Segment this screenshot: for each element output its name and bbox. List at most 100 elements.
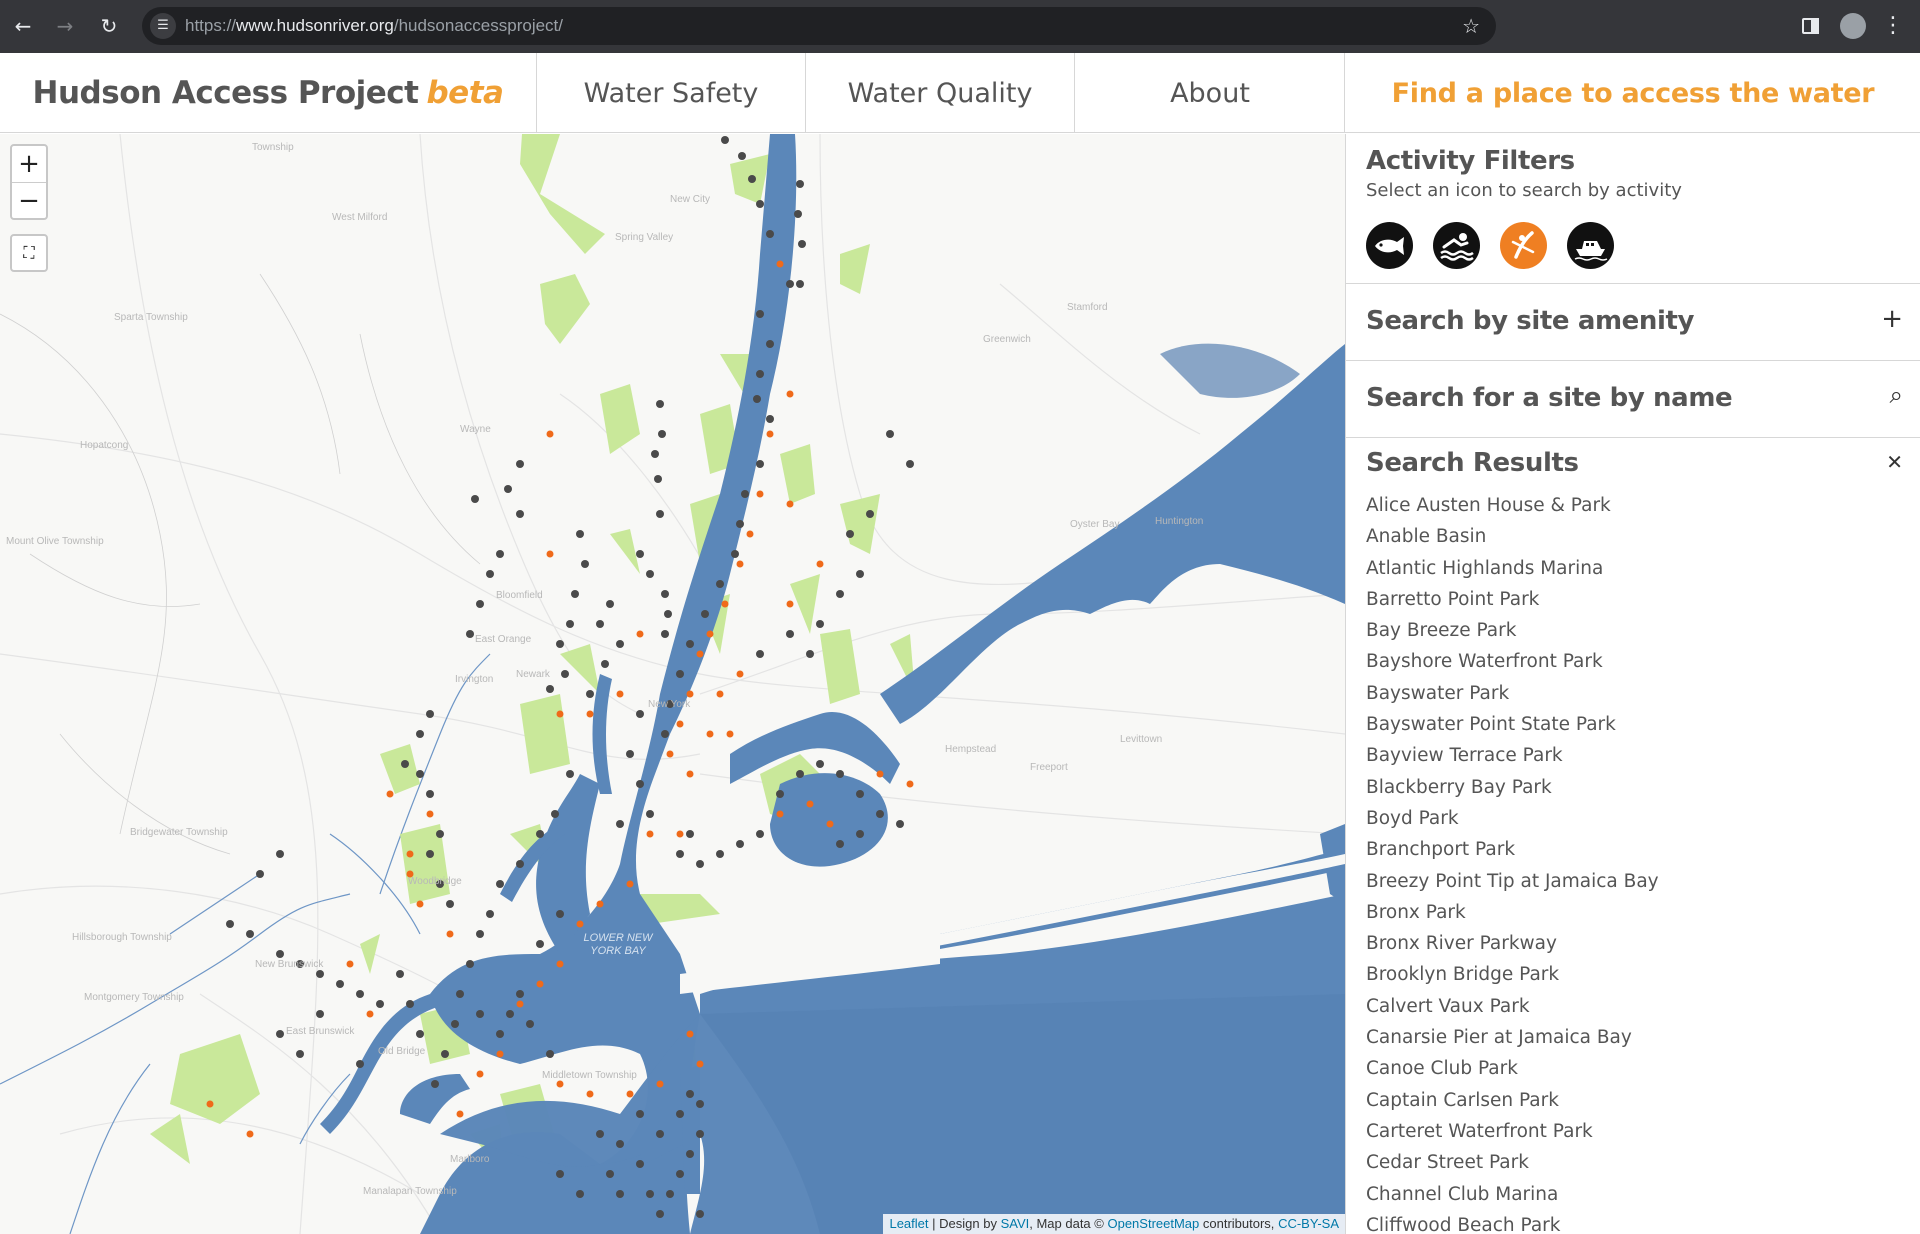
leaflet-link[interactable]: Leaflet	[889, 1216, 928, 1231]
browser-toolbar: ← → ↻ ☰ https://www.hudsonriver.org/huds…	[0, 0, 1920, 53]
result-item[interactable]: Carteret Waterfront Park	[1366, 1116, 1659, 1147]
result-item[interactable]: Alice Austen House & Park	[1366, 490, 1659, 521]
map-place-label: Marlboro	[450, 1154, 490, 1165]
map-place-label: Manalapan Township	[363, 1186, 457, 1197]
map-place-label: Bloomfield	[496, 590, 543, 601]
reload-icon[interactable]: ↻	[92, 9, 126, 43]
result-item[interactable]: Bay Breeze Park	[1366, 615, 1659, 646]
plus-icon[interactable]: +	[1881, 304, 1903, 334]
map-place-label: Woodbridge	[408, 876, 462, 887]
result-item[interactable]: Bayview Terrace Park	[1366, 740, 1659, 771]
url-text[interactable]: https://www.hudsonriver.org/hudsonaccess…	[185, 7, 563, 45]
map-place-label: Oyster Bay	[1070, 519, 1120, 530]
site-info-icon[interactable]: ☰	[150, 13, 176, 39]
activity-filters-subtitle: Select an icon to search by activity	[1366, 180, 1682, 201]
name-search-field[interactable]: Search for a site by name	[1366, 383, 1733, 413]
result-item[interactable]: Atlantic Highlands Marina	[1366, 553, 1659, 584]
map-place-label: Hopatcong	[80, 440, 129, 451]
map-place-label: New York	[648, 699, 691, 710]
map-basemap	[0, 134, 1345, 1234]
map-place-label: Freeport	[1030, 762, 1068, 773]
find-access-cta[interactable]: Find a place to access the water	[1346, 53, 1920, 133]
result-item[interactable]: Calvert Vaux Park	[1366, 991, 1659, 1022]
result-item[interactable]: Anable Basin	[1366, 521, 1659, 552]
close-icon[interactable]: ✕	[1886, 450, 1903, 474]
result-item[interactable]: Canarsie Pier at Jamaica Bay	[1366, 1022, 1659, 1053]
name-search-section[interactable]: Search for a site by name ⌕	[1346, 361, 1920, 438]
search-results-title: Search Results	[1366, 448, 1579, 478]
map-place-label: Spring Valley	[615, 232, 674, 243]
map-place-label: Levittown	[1120, 734, 1163, 745]
profile-avatar[interactable]	[1840, 13, 1866, 39]
result-item[interactable]: Cedar Street Park	[1366, 1147, 1659, 1178]
fishing-icon[interactable]	[1366, 222, 1413, 269]
zoom-out-button[interactable]: −	[12, 182, 46, 218]
nav-water-safety[interactable]: Water Safety	[537, 53, 806, 133]
map-place-label: Hillsborough Township	[72, 932, 172, 943]
nav-about[interactable]: About	[1076, 53, 1345, 133]
map-place-label: Stamford	[1067, 302, 1108, 313]
result-item[interactable]: Bayshore Waterfront Park	[1366, 646, 1659, 677]
kayak-icon[interactable]	[1500, 222, 1547, 269]
boat-icon[interactable]	[1567, 222, 1614, 269]
brand-beta-tag: beta	[426, 75, 504, 111]
search-results-list: Alice Austen House & Park Anable Basin A…	[1366, 490, 1659, 1234]
result-item[interactable]: Canoe Club Park	[1366, 1053, 1659, 1084]
map-place-label: Old Bridge	[378, 1046, 426, 1057]
result-item[interactable]: Bayswater Point State Park	[1366, 709, 1659, 740]
result-item[interactable]: Captain Carlsen Park	[1366, 1085, 1659, 1116]
map-place-label: Irvington	[455, 674, 494, 685]
map-place-label: New City	[670, 194, 711, 205]
zoom-control: + −	[10, 144, 48, 220]
site-header: Hudson Access Project beta Water Safety …	[0, 53, 1920, 133]
result-item[interactable]: Branchport Park	[1366, 834, 1659, 865]
map-place-label: Newark	[516, 669, 550, 680]
map-place-label: Montgomery Township	[84, 992, 184, 1003]
search-results-section: Search Results ✕ Alice Austen House & Pa…	[1346, 438, 1920, 1234]
activity-filters-title: Activity Filters	[1366, 146, 1575, 176]
back-icon[interactable]: ←	[6, 9, 40, 43]
map-place-label: Sparta Township	[114, 312, 188, 323]
nav-water-quality[interactable]: Water Quality	[806, 53, 1075, 133]
map-place-label: Wayne	[460, 424, 491, 435]
browser-menu-icon[interactable]: ⋮	[1882, 9, 1904, 43]
bookmark-star-icon[interactable]: ☆	[1462, 7, 1480, 45]
map-place-label: East Orange	[475, 634, 532, 645]
result-item[interactable]: Boyd Park	[1366, 803, 1659, 834]
map-place-label: Mount Olive Township	[6, 536, 104, 547]
result-item[interactable]: Bronx River Parkway	[1366, 928, 1659, 959]
result-item[interactable]: Brooklyn Bridge Park	[1366, 959, 1659, 990]
side-panel-icon[interactable]	[1796, 11, 1826, 41]
site-logo[interactable]: Hudson Access Project beta	[0, 53, 537, 133]
license-link[interactable]: CC-BY-SA	[1278, 1216, 1339, 1231]
result-item[interactable]: Channel Club Marina	[1366, 1179, 1659, 1210]
map-place-label: Hempstead	[945, 744, 997, 755]
result-item[interactable]: Bayswater Park	[1366, 678, 1659, 709]
zoom-in-button[interactable]: +	[12, 146, 46, 182]
osm-link[interactable]: OpenStreetMap	[1107, 1216, 1199, 1231]
map-place-label: East Brunswick	[286, 1026, 355, 1037]
map-bay-label: LOWER NEW YORK BAY	[583, 932, 653, 957]
map-place-label: Huntington	[1155, 516, 1204, 527]
result-item[interactable]: Blackberry Bay Park	[1366, 772, 1659, 803]
result-item[interactable]: Barretto Point Park	[1366, 584, 1659, 615]
address-bar[interactable]: ☰ https://www.hudsonriver.org/hudsonacce…	[142, 7, 1496, 45]
fullscreen-icon[interactable]: ⛶	[10, 234, 48, 272]
map-place-label: New Brunswick	[255, 959, 324, 970]
amenity-search-section[interactable]: Search by site amenity +	[1346, 284, 1920, 361]
savi-link[interactable]: SAVI	[1001, 1216, 1030, 1231]
map-place-label: Middletown Township	[542, 1070, 637, 1081]
map-attribution: Leaflet | Design by SAVI, Map data © Ope…	[883, 1214, 1345, 1234]
map-view[interactable]: Township New City West Milford Spring Va…	[0, 134, 1345, 1234]
forward-icon[interactable]: →	[48, 9, 82, 43]
map-place-label: Bridgewater Township	[130, 827, 228, 838]
swimming-icon[interactable]	[1433, 222, 1480, 269]
result-item[interactable]: Cliffwood Beach Park	[1366, 1210, 1659, 1234]
activity-filters-section: Activity Filters Select an icon to searc…	[1346, 134, 1920, 284]
map-place-label: Township	[252, 142, 294, 153]
result-item[interactable]: Breezy Point Tip at Jamaica Bay	[1366, 866, 1659, 897]
brand-name: Hudson Access Project	[32, 75, 419, 111]
result-item[interactable]: Bronx Park	[1366, 897, 1659, 928]
search-icon[interactable]: ⌕	[1890, 381, 1903, 409]
amenity-search-title[interactable]: Search by site amenity	[1366, 306, 1694, 336]
